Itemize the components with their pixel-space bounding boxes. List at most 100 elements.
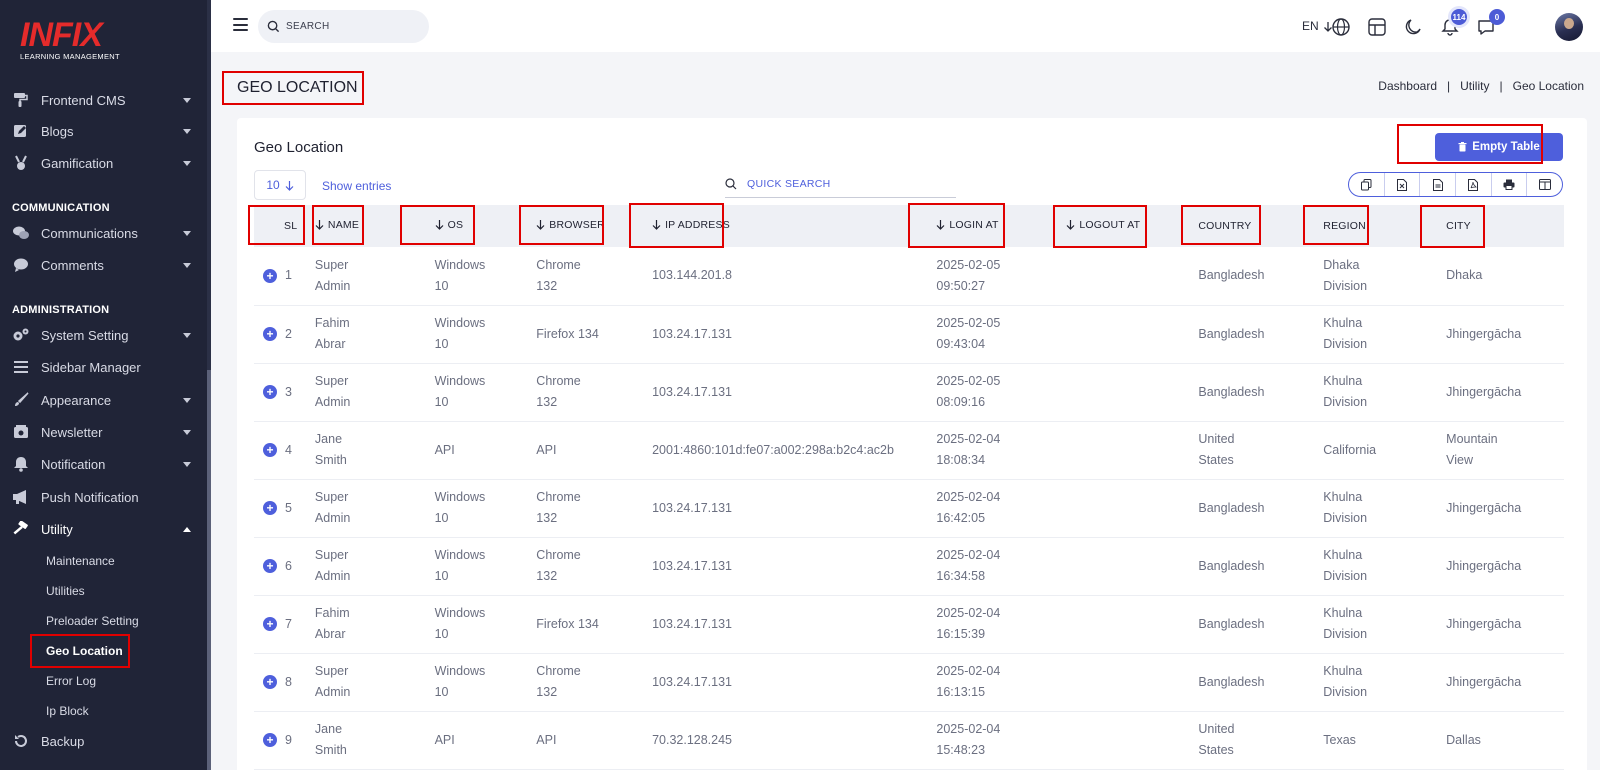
expand-row-icon[interactable]: + xyxy=(263,268,277,283)
cell-line: 2025-02-04 xyxy=(936,664,1001,678)
brush-icon xyxy=(12,391,30,409)
expand-row-icon[interactable]: + xyxy=(263,559,277,574)
sidebar-item-backup[interactable]: Backup xyxy=(0,727,207,755)
cell-line: Chrome xyxy=(536,548,581,562)
cell-line: API xyxy=(536,732,557,747)
cell-line: 16:42:05 xyxy=(936,511,986,525)
sort-arrow-icon xyxy=(936,220,945,231)
column-header-city[interactable]: CITY xyxy=(1446,205,1564,247)
copy-button[interactable] xyxy=(1349,173,1385,196)
sidebar-item-blogs[interactable]: Blogs xyxy=(0,117,207,145)
bell-icon xyxy=(12,455,30,473)
geo-location-table: SL NAME OS BROWSER IP ADDRESS LOGIN AT LOGOUT … xyxy=(254,205,1564,770)
csv-button[interactable] xyxy=(1420,173,1457,196)
pdf-button[interactable] xyxy=(1456,173,1492,196)
moon-icon[interactable] xyxy=(1402,16,1424,38)
language-selector[interactable]: EN xyxy=(1302,19,1333,33)
columns-button[interactable] xyxy=(1527,173,1562,196)
hamburger-menu-icon[interactable] xyxy=(233,18,248,31)
sidebar-subitem-utilities[interactable]: Utilities xyxy=(46,584,85,598)
breadcrumb-utility[interactable]: Utility xyxy=(1460,79,1489,93)
expand-row-icon[interactable]: + xyxy=(263,443,277,458)
caret-down-icon xyxy=(183,429,191,435)
print-button[interactable] xyxy=(1492,173,1528,196)
sidebar-item-system-setting[interactable]: System Setting xyxy=(0,321,207,349)
sidebar-item-appearance[interactable]: Appearance xyxy=(0,386,207,414)
expand-row-icon[interactable]: + xyxy=(263,327,277,342)
expand-row-icon[interactable]: + xyxy=(263,675,277,690)
cell-line: 10 xyxy=(434,337,449,351)
table-row[interactable]: +9 Jane Smith API API 70.32.128.245 2025-02-04… xyxy=(254,711,1564,770)
user-avatar[interactable] xyxy=(1555,13,1583,41)
expand-row-icon[interactable]: + xyxy=(263,385,277,400)
sidebar-scrollbar[interactable] xyxy=(207,0,211,770)
table-row[interactable]: +2 Fahim Abrar Windows 10 Firefox 134 103.24.1… xyxy=(254,305,1564,364)
cell-login: 2025-02-04 16:42:05 xyxy=(936,479,1067,538)
table-row[interactable]: +1 Super Admin Windows 10 Chrome 132 103.144.20… xyxy=(254,247,1564,306)
sidebar-item-utility[interactable]: Utility xyxy=(0,515,207,543)
sidebar-item-notification[interactable]: Notification xyxy=(0,450,207,478)
cell-browser: API xyxy=(536,711,653,770)
column-header-logout-at[interactable]: LOGOUT AT xyxy=(1066,205,1198,247)
table-row[interactable]: +7 Fahim Abrar Windows 10 Firefox 134 103.24.1… xyxy=(254,595,1564,654)
table-row[interactable]: +6 Super Admin Windows 10 Chrome 132 103.24.17.… xyxy=(254,537,1564,596)
sidebar-subitem-preloader-setting[interactable]: Preloader Setting xyxy=(46,614,139,628)
cell-line: 09:50:27 xyxy=(936,278,986,293)
sidebar-item-newsletter[interactable]: Newsletter xyxy=(0,418,207,446)
column-header-region[interactable]: REGION xyxy=(1323,205,1446,247)
quick-search[interactable] xyxy=(725,171,956,198)
layout-icon[interactable] xyxy=(1366,16,1388,38)
table-row[interactable]: +4 Jane Smith API API 2001:4860:101d:fe07:a00… xyxy=(254,421,1564,480)
cell-name: Jane Smith xyxy=(314,711,425,770)
quick-search-input[interactable] xyxy=(747,178,937,190)
sidebar-item-label: Push Notification xyxy=(41,489,139,505)
column-header-browser[interactable]: BROWSER xyxy=(536,205,652,247)
sidebar-item-sidebar-manager[interactable]: Sidebar Manager xyxy=(0,353,207,381)
sidebar-item-comments[interactable]: Comments xyxy=(0,251,207,279)
sidebar-item-frontend-cms[interactable]: Frontend CMS xyxy=(0,86,207,114)
sidebar-subitem-error-log[interactable]: Error Log xyxy=(46,674,96,688)
expand-row-icon[interactable]: + xyxy=(263,733,277,748)
column-header-country[interactable]: COUNTRY xyxy=(1198,205,1323,247)
column-header-sl[interactable]: SL xyxy=(254,205,315,247)
cell-name: Super Admin xyxy=(314,537,425,596)
cell-text: 103.24.17.131 xyxy=(652,616,733,631)
cell-region: Khulna Division xyxy=(1323,537,1447,596)
sidebar-item-communications[interactable]: Communications xyxy=(0,219,207,247)
cell-line: Texas xyxy=(1323,732,1356,747)
backup-icon xyxy=(12,732,30,750)
sidebar-subitem-maintenance[interactable]: Maintenance xyxy=(46,554,115,568)
column-header-os[interactable]: OS xyxy=(425,205,537,247)
table-row[interactable]: +5 Super Admin Windows 10 Chrome 132 103.24.17.… xyxy=(254,479,1564,538)
breadcrumb-dashboard[interactable]: Dashboard xyxy=(1378,79,1437,93)
sidebar-item-label: Blogs xyxy=(41,123,74,139)
global-search[interactable] xyxy=(258,10,429,43)
search-input[interactable] xyxy=(286,21,416,32)
empty-table-button[interactable]: Empty Table xyxy=(1435,133,1563,161)
excel-button[interactable] xyxy=(1385,173,1421,196)
globe-icon[interactable] xyxy=(1330,16,1352,38)
column-header-login-at[interactable]: LOGIN AT xyxy=(936,205,1066,247)
sidebar-item-label: Newsletter xyxy=(41,424,103,440)
sidebar-item-push-notification[interactable]: Push Notification xyxy=(0,483,207,511)
cell-line: 132 xyxy=(536,569,558,583)
sidebar-item-label: Appearance xyxy=(41,392,112,408)
expand-row-icon[interactable]: + xyxy=(263,617,277,632)
table-row[interactable]: +8 Super Admin Windows 10 Chrome 132 103.24.17.… xyxy=(254,653,1564,712)
sidebar-scroll-thumb[interactable] xyxy=(207,370,211,770)
cell-line: Fahim xyxy=(314,606,350,620)
sidebar-item-gamification[interactable]: Gamification xyxy=(0,149,207,177)
sidebar-subitem-geo-location[interactable]: Geo Location xyxy=(46,644,123,658)
expand-row-icon[interactable]: + xyxy=(263,501,277,516)
sort-arrow-icon xyxy=(435,220,444,231)
logo[interactable]: INFIX LEARNING MANAGEMENT xyxy=(20,18,120,61)
table-row[interactable]: +3 Super Admin Windows 10 Chrome 132 103.24.17.… xyxy=(254,363,1564,422)
column-header-ip-address[interactable]: IP ADDRESS xyxy=(652,205,936,247)
sidebar-subitem-ip-block[interactable]: Ip Block xyxy=(46,704,89,718)
cell-line: Khulna xyxy=(1323,548,1363,562)
cell-os: Windows 10 xyxy=(424,479,537,538)
sidebar-item-label: Backup xyxy=(41,733,85,749)
entries-per-page-select[interactable]: 10 xyxy=(254,170,306,200)
column-header-content: REGION xyxy=(1323,220,1366,232)
column-header-name[interactable]: NAME xyxy=(315,205,425,247)
